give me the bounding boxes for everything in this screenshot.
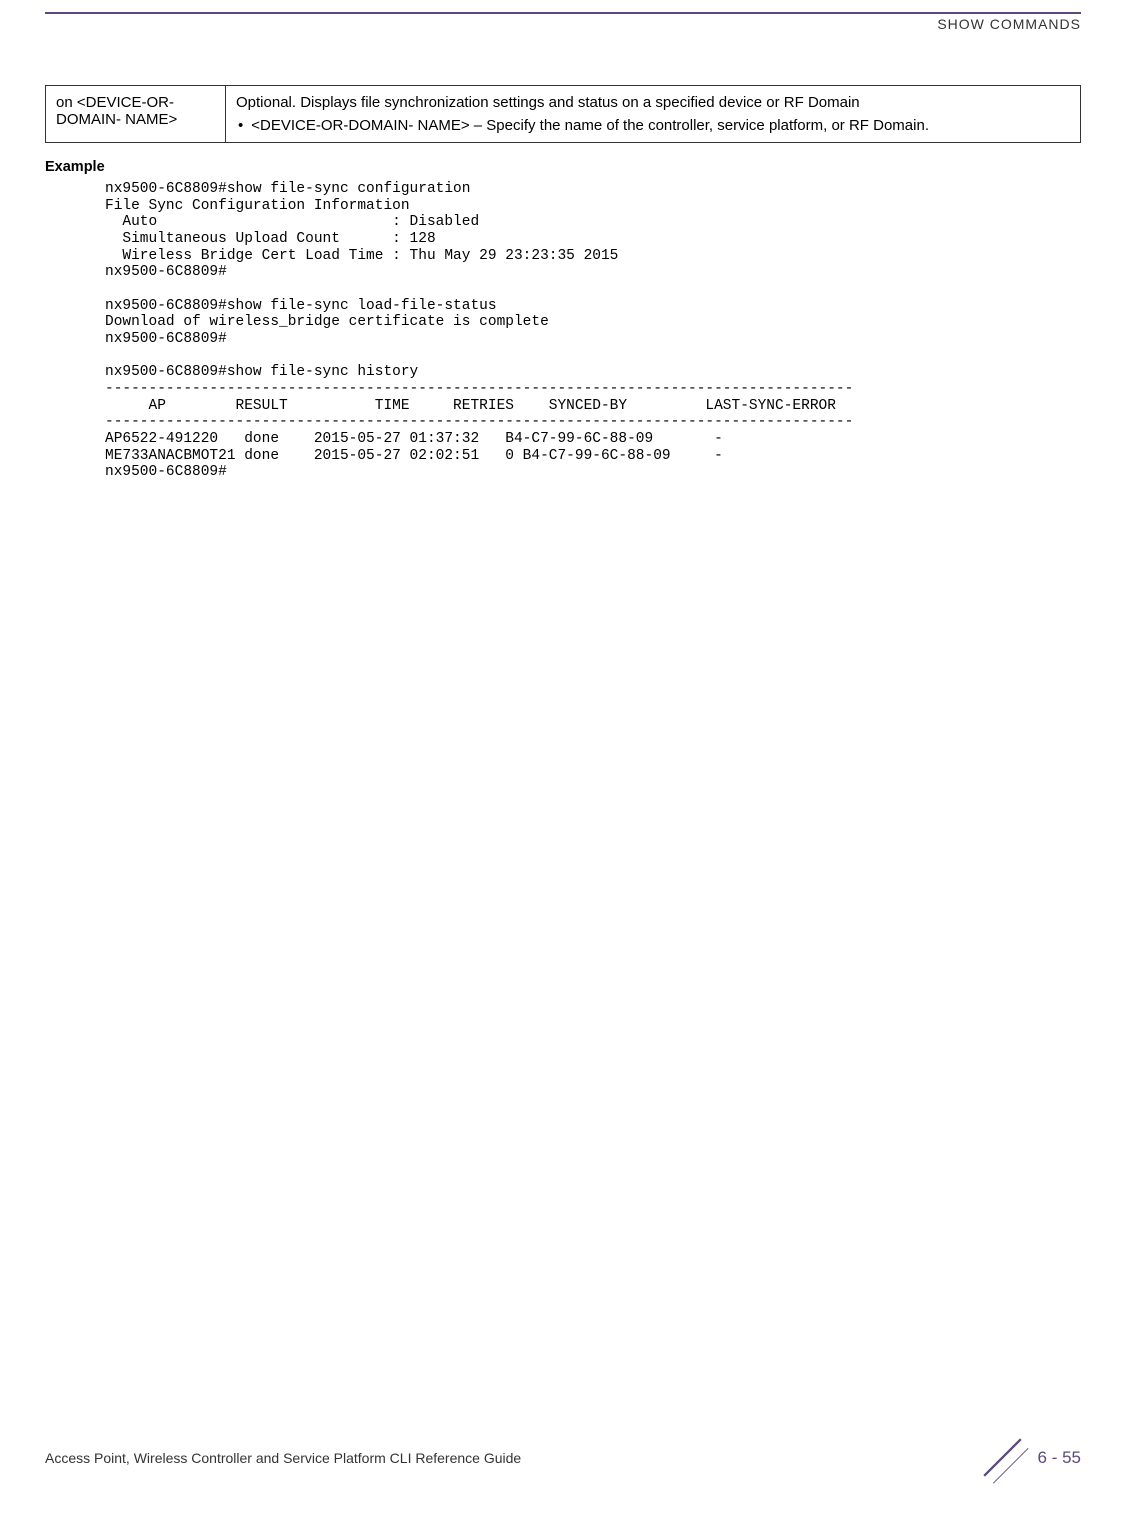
param-bullet-text: <DEVICE-OR-DOMAIN- NAME> – Specify the n… bbox=[251, 117, 929, 134]
header-section-title: SHOW COMMANDS bbox=[937, 16, 1081, 32]
bullet-icon: • bbox=[236, 117, 251, 134]
header-rule bbox=[45, 12, 1081, 14]
param-desc-main: Optional. Displays file synchronization … bbox=[236, 94, 1070, 111]
footer-doc-title: Access Point, Wireless Controller and Se… bbox=[45, 1450, 521, 1466]
footer-decoration-icon bbox=[975, 1430, 1030, 1485]
param-desc-cell: Optional. Displays file synchronization … bbox=[226, 86, 1081, 143]
footer-page-number: 6 - 55 bbox=[1038, 1448, 1081, 1468]
param-bullet-row: • <DEVICE-OR-DOMAIN- NAME> – Specify the… bbox=[236, 111, 1070, 134]
main-content: on <DEVICE-OR-DOMAIN- NAME> Optional. Di… bbox=[45, 85, 1081, 481]
example-heading: Example bbox=[45, 159, 1081, 175]
footer-page-box: 6 - 55 bbox=[975, 1430, 1081, 1485]
parameter-table: on <DEVICE-OR-DOMAIN- NAME> Optional. Di… bbox=[45, 85, 1081, 143]
table-row: on <DEVICE-OR-DOMAIN- NAME> Optional. Di… bbox=[46, 86, 1081, 143]
terminal-output: nx9500-6C8809#show file-sync configurati… bbox=[105, 181, 1081, 481]
param-name-cell: on <DEVICE-OR-DOMAIN- NAME> bbox=[46, 86, 226, 143]
page-footer: Access Point, Wireless Controller and Se… bbox=[45, 1430, 1081, 1485]
